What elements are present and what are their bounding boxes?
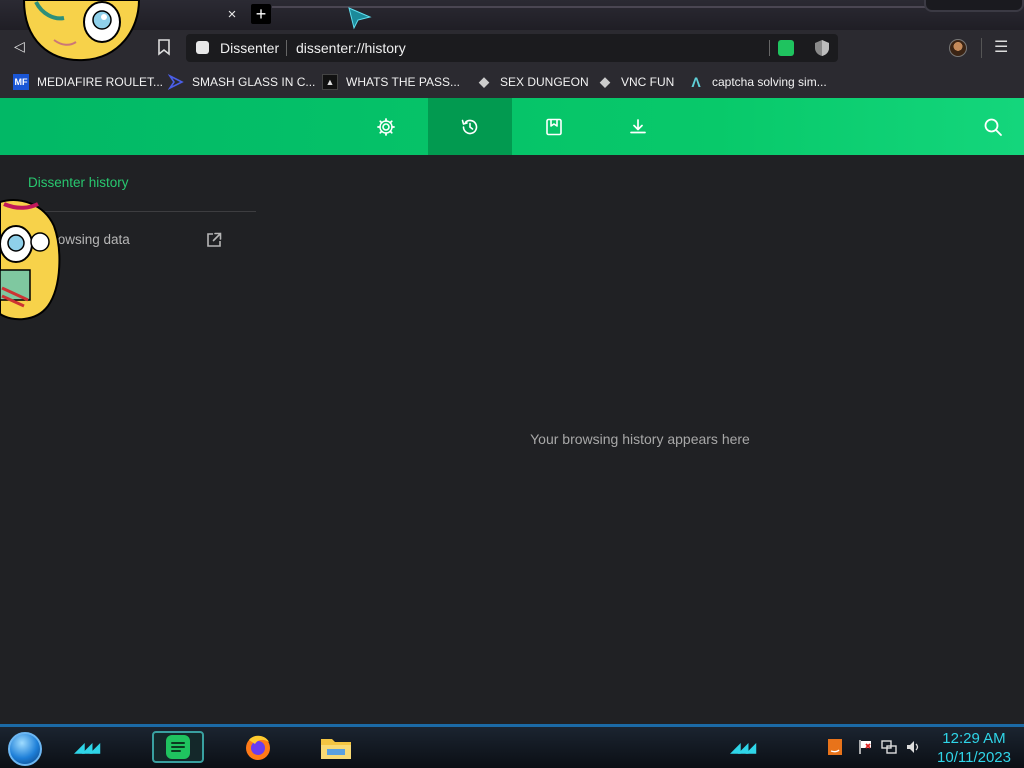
action-center-flag-icon[interactable] — [858, 739, 874, 758]
tab-close-button[interactable]: × — [224, 5, 240, 25]
title-bar: × + — [0, 0, 1024, 30]
bookmarks-bar: MF MEDIAFIRE ROULET... SMASH GLASS IN C.… — [0, 66, 1024, 98]
taskbar-decoration: ◢◢◢ — [730, 739, 756, 755]
taskbar: ◢◢◢ ◢◢◢ 12:29 AM 10/11/2023 — [0, 724, 1024, 768]
mediafire-icon: MF — [13, 74, 29, 90]
bookmark-item[interactable]: ◆ SEX DUNGEON — [476, 72, 589, 92]
clock-time: 12:29 AM — [942, 730, 1006, 747]
network-icon[interactable] — [881, 739, 897, 758]
bookmark-label: VNC FUN — [621, 75, 675, 89]
java-tray-icon[interactable] — [828, 739, 842, 758]
bookmark-label: MEDIAFIRE ROULET... — [37, 75, 164, 89]
settings-icon — [377, 117, 395, 136]
history-page: Dissenter history ar browsing data Your … — [0, 155, 1024, 725]
bookmarks-button[interactable] — [512, 98, 596, 155]
bookmark-item[interactable]: MF MEDIAFIRE ROULET... — [13, 72, 163, 92]
site-name: Dissenter — [220, 40, 280, 56]
bookmark-page-icon[interactable] — [156, 38, 172, 56]
lambda-icon: Λ — [691, 74, 701, 90]
bookmark-item[interactable]: ◆ VNC FUN — [597, 72, 674, 92]
omnibox-separator — [286, 40, 287, 56]
dissenter-icon — [166, 735, 190, 759]
search-icon[interactable] — [982, 116, 1004, 138]
bookmark-item[interactable]: SMASH GLASS IN C... — [168, 72, 315, 92]
bookmark-label: SEX DUNGEON — [500, 75, 589, 89]
settings-button[interactable] — [344, 98, 428, 155]
cartoon-sticker-image — [22, 0, 141, 62]
bookmarks-icon — [546, 118, 562, 135]
menu-button[interactable]: ☰ — [994, 37, 1008, 57]
url-text[interactable]: dissenter://history — [296, 40, 406, 56]
app-logo-icon — [348, 7, 372, 30]
taskbar-file-explorer-app[interactable] — [310, 731, 362, 763]
bookmark-label: WHATS THE PASS... — [346, 75, 461, 89]
address-bar[interactable]: Dissenter dissenter://history — [186, 34, 838, 62]
volume-icon[interactable] — [905, 739, 921, 758]
bookmark-label: SMASH GLASS IN C... — [192, 75, 316, 89]
cube-icon: ◆ — [600, 74, 610, 89]
system-clock[interactable]: 12:29 AM 10/11/2023 — [932, 729, 1016, 767]
dissenter-comment-icon[interactable] — [778, 40, 794, 56]
shield-icon[interactable] — [814, 39, 830, 57]
downloads-button[interactable] — [596, 98, 680, 155]
history-icon — [461, 119, 478, 134]
new-tab-button[interactable]: + — [251, 4, 271, 24]
history-button[interactable] — [428, 98, 512, 155]
toolbar-divider — [981, 38, 982, 58]
chevron-icon — [168, 74, 184, 90]
taskbar-firefox-app[interactable] — [232, 731, 284, 763]
window-frame-decoration — [924, 0, 1024, 12]
clock-date: 10/11/2023 — [937, 749, 1011, 766]
taskbar-dissenter-app[interactable] — [152, 731, 204, 763]
cartoon-sticker-image — [0, 199, 61, 321]
firefox-icon — [246, 735, 270, 760]
site-info-icon[interactable] — [196, 41, 209, 54]
omnibox-separator — [769, 40, 770, 56]
folder-icon — [321, 739, 351, 759]
downloads-icon — [630, 118, 646, 133]
profile-avatar[interactable] — [949, 39, 967, 57]
taskbar-decoration: ◢◢◢ — [74, 739, 100, 755]
start-button[interactable] — [8, 732, 42, 766]
dissenter-header — [0, 98, 1024, 155]
external-link-icon[interactable] — [205, 231, 223, 249]
browser-toolbar: ◁ Dissenter dissenter://history ☰ — [0, 30, 1024, 66]
terminal-icon: ▲ — [322, 74, 338, 90]
cube-icon: ◆ — [479, 74, 489, 89]
bookmark-item[interactable]: ▲ WHATS THE PASS... — [322, 72, 460, 92]
sidebar-title[interactable]: Dissenter history — [28, 175, 129, 190]
bookmark-label: captcha solving sim... — [712, 75, 827, 89]
bookmark-item[interactable]: Λ captcha solving sim... — [688, 72, 827, 92]
empty-history-message: Your browsing history appears here — [530, 431, 750, 447]
